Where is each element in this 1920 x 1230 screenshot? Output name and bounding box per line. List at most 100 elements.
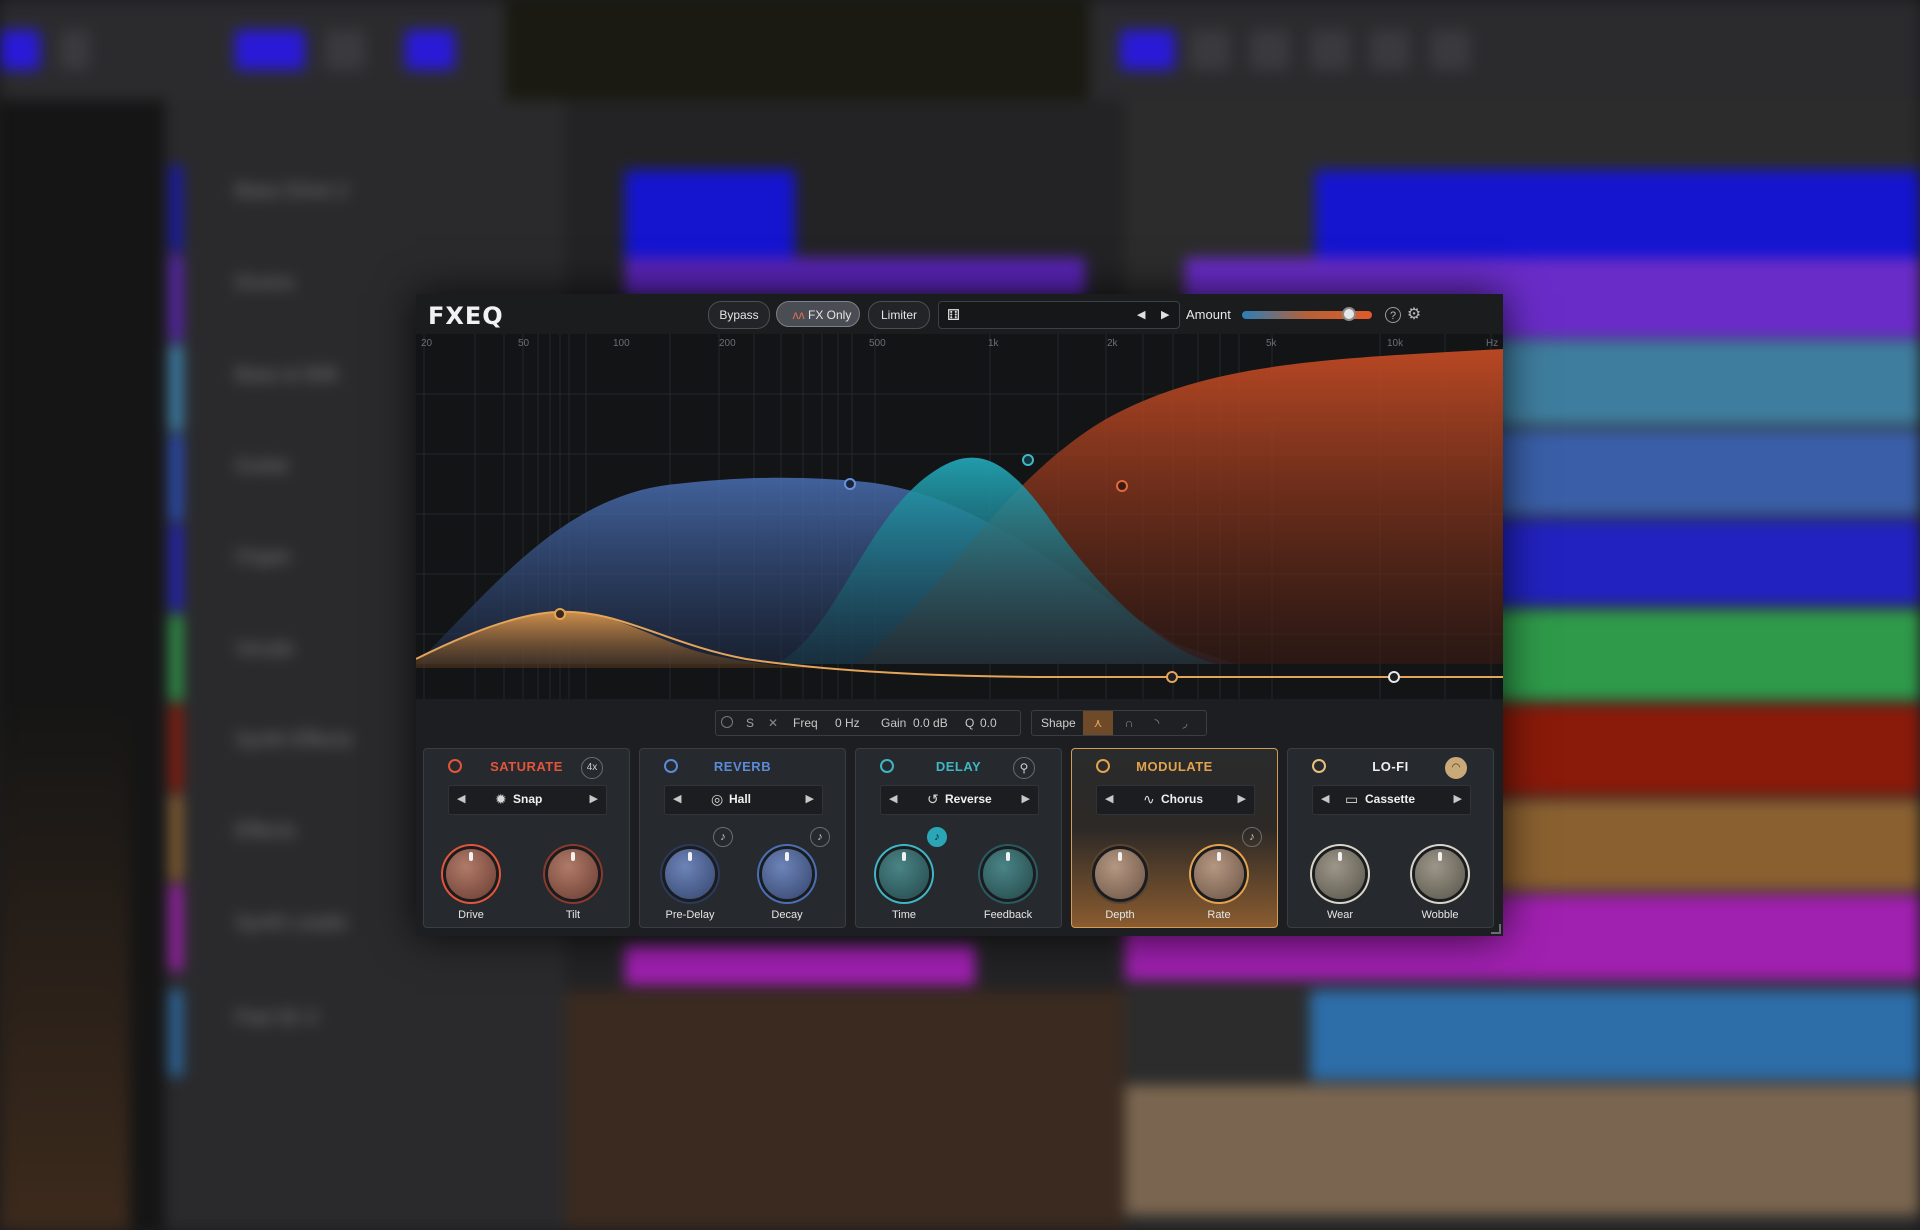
shape-label: Shape — [1041, 716, 1076, 730]
drive-knob[interactable] — [446, 849, 496, 899]
chevron-right-icon[interactable]: ▶ — [590, 792, 598, 805]
module-lofi: LO-FI ◠ ◀ ▭ Cassette ▶ Wear Wobble — [1287, 748, 1494, 928]
feedback-knob[interactable] — [983, 849, 1033, 899]
preset-next-arrow[interactable]: ▶ — [1161, 308, 1169, 321]
band-remove-icon[interactable]: ✕ — [768, 711, 778, 735]
reverb-mode: Hall — [729, 792, 752, 806]
module-reverb: REVERB ◀ ◎ Hall ▶ ♪ ♪ Pre-Delay Decay — [639, 748, 846, 928]
module-saturate: SATURATE 4x ◀ ✹ Snap ▶ Drive Tilt — [423, 748, 630, 928]
bg-track-name: Drums — [235, 272, 294, 294]
lofi-shape-icon[interactable]: ◠ — [1445, 757, 1467, 779]
gear-icon[interactable]: ⚙ — [1406, 307, 1422, 323]
preset-selector[interactable]: ⚅ ◀ ▶ — [938, 301, 1180, 329]
saturate-mode-selector[interactable]: ◀ ✹ Snap ▶ — [448, 785, 607, 815]
delay-mode-selector[interactable]: ◀ ↺ Reverse ▶ — [880, 785, 1039, 815]
lofi-mode-selector[interactable]: ◀ ▭ Cassette ▶ — [1312, 785, 1471, 815]
time-knob[interactable] — [879, 849, 929, 899]
fxeq-plugin-window: FXEQ Bypass ʌʌ FX Only Limiter ⚅ ◀ ▶ Amo… — [416, 294, 1503, 936]
delay-mode: Reverse — [945, 792, 992, 806]
resize-handle[interactable] — [1491, 924, 1501, 934]
pre-delay-label: Pre-Delay — [665, 909, 715, 921]
rate-label: Rate — [1207, 909, 1231, 921]
depth-knob[interactable] — [1095, 849, 1145, 899]
eq-display[interactable]: 20 50 100 200 500 1k 2k 5k 10k Hz — [416, 334, 1503, 699]
modulate-title: MODULATE — [1136, 759, 1213, 774]
freq-label: 500 — [869, 338, 886, 349]
hall-icon: ◎ — [711, 791, 724, 807]
shape-peak-icon[interactable]: ∩ — [1116, 711, 1142, 735]
eq-node-lofi — [1116, 480, 1128, 492]
freq-label: 100 — [613, 338, 630, 349]
bg-track-name: Pad Sh 3 — [235, 1007, 318, 1029]
chevron-left-icon[interactable]: ◀ — [673, 792, 681, 805]
chevron-left-icon[interactable]: ◀ — [1105, 792, 1113, 805]
shape-lowpass-icon[interactable]: ◝ — [1144, 711, 1170, 735]
chevron-right-icon[interactable]: ▶ — [806, 792, 814, 805]
wobble-label: Wobble — [1421, 909, 1459, 921]
reverb-mode-selector[interactable]: ◀ ◎ Hall ▶ — [664, 785, 823, 815]
module-delay: DELAY ⚲ ◀ ↺ Reverse ▶ ♪ Time Feedback — [855, 748, 1062, 928]
chevron-left-icon[interactable]: ◀ — [457, 792, 465, 805]
fx-only-icon: ʌʌ — [792, 308, 805, 322]
chevron-right-icon[interactable]: ▶ — [1022, 792, 1030, 805]
pre-delay-knob[interactable] — [665, 849, 715, 899]
shape-bell-icon[interactable]: ⋏ — [1083, 711, 1113, 735]
modulate-mode-selector[interactable]: ◀ ∿ Chorus ▶ — [1096, 785, 1255, 815]
note-icon[interactable]: ♪ — [810, 827, 830, 847]
chevron-left-icon[interactable]: ◀ — [1321, 792, 1329, 805]
decay-knob[interactable] — [762, 849, 812, 899]
fx-only-label: FX Only — [808, 308, 852, 322]
drive-label: Drive — [458, 909, 484, 921]
bg-track-name: Organ — [235, 546, 291, 568]
freq-label: 50 — [518, 338, 530, 349]
tilt-knob[interactable] — [548, 849, 598, 899]
chorus-icon: ∿ — [1143, 791, 1155, 807]
eq-node-handle-1 — [1166, 671, 1178, 683]
eq-node-delay — [1022, 454, 1034, 466]
gain-value[interactable]: 0.0 dB — [913, 711, 948, 735]
chevron-right-icon[interactable]: ▶ — [1454, 792, 1462, 805]
saturate-oversample-badge[interactable]: 4x — [581, 757, 603, 779]
fx-only-button[interactable]: ʌʌ FX Only — [776, 301, 860, 327]
daw-lcd — [505, 0, 1090, 100]
gain-label: Gain — [881, 716, 907, 730]
bg-track-name: Bass & 808 — [235, 364, 338, 386]
note-icon[interactable]: ♪ — [713, 827, 733, 847]
freq-label: 20 — [421, 338, 433, 349]
eq-graph[interactable] — [416, 334, 1503, 699]
reverse-icon: ↺ — [927, 791, 939, 807]
bg-track-name: Synth Leads — [235, 912, 347, 934]
band-parameters: S ✕ Freq 0 Hz Gain 0.0 dB Q 0.0 — [715, 710, 1021, 736]
bypass-button[interactable]: Bypass — [708, 301, 770, 329]
time-label: Time — [891, 909, 917, 921]
modulate-mode: Chorus — [1161, 792, 1203, 806]
shape-highpass-icon[interactable]: ◞ — [1172, 711, 1198, 735]
limiter-button[interactable]: Limiter — [868, 301, 930, 329]
cassette-icon: ▭ — [1345, 791, 1359, 807]
freq-label: 5k — [1266, 338, 1277, 349]
ping-pong-icon[interactable]: ⚲ — [1013, 757, 1035, 779]
rate-knob[interactable] — [1194, 849, 1244, 899]
q-value[interactable]: 0.0 — [980, 711, 997, 735]
dice-icon[interactable]: ⚅ — [947, 306, 960, 324]
note-icon[interactable]: ♪ — [1242, 827, 1262, 847]
freq-value[interactable]: 0 Hz — [835, 711, 860, 735]
q-label: Q — [965, 716, 975, 730]
depth-label: Depth — [1105, 909, 1135, 921]
chevron-left-icon[interactable]: ◀ — [889, 792, 897, 805]
module-modulate: MODULATE ◀ ∿ Chorus ▶ ♪ Depth Rate — [1071, 748, 1278, 928]
note-icon[interactable]: ♪ — [927, 827, 947, 847]
freq-label: 2k — [1107, 338, 1118, 349]
chevron-right-icon[interactable]: ▶ — [1238, 792, 1246, 805]
reverb-title: REVERB — [713, 759, 772, 774]
tilt-label: Tilt — [565, 909, 581, 921]
wear-knob[interactable] — [1315, 849, 1365, 899]
lofi-mode: Cassette — [1365, 792, 1416, 806]
wobble-knob[interactable] — [1415, 849, 1465, 899]
preset-prev-arrow[interactable]: ◀ — [1137, 308, 1145, 321]
plugin-header: FXEQ Bypass ʌʌ FX Only Limiter ⚅ ◀ ▶ Amo… — [416, 294, 1503, 334]
amount-slider-thumb[interactable] — [1341, 307, 1356, 321]
help-icon[interactable]: ? — [1385, 307, 1401, 323]
band-power-icon[interactable] — [721, 716, 733, 728]
band-solo-button[interactable]: S — [746, 711, 754, 735]
